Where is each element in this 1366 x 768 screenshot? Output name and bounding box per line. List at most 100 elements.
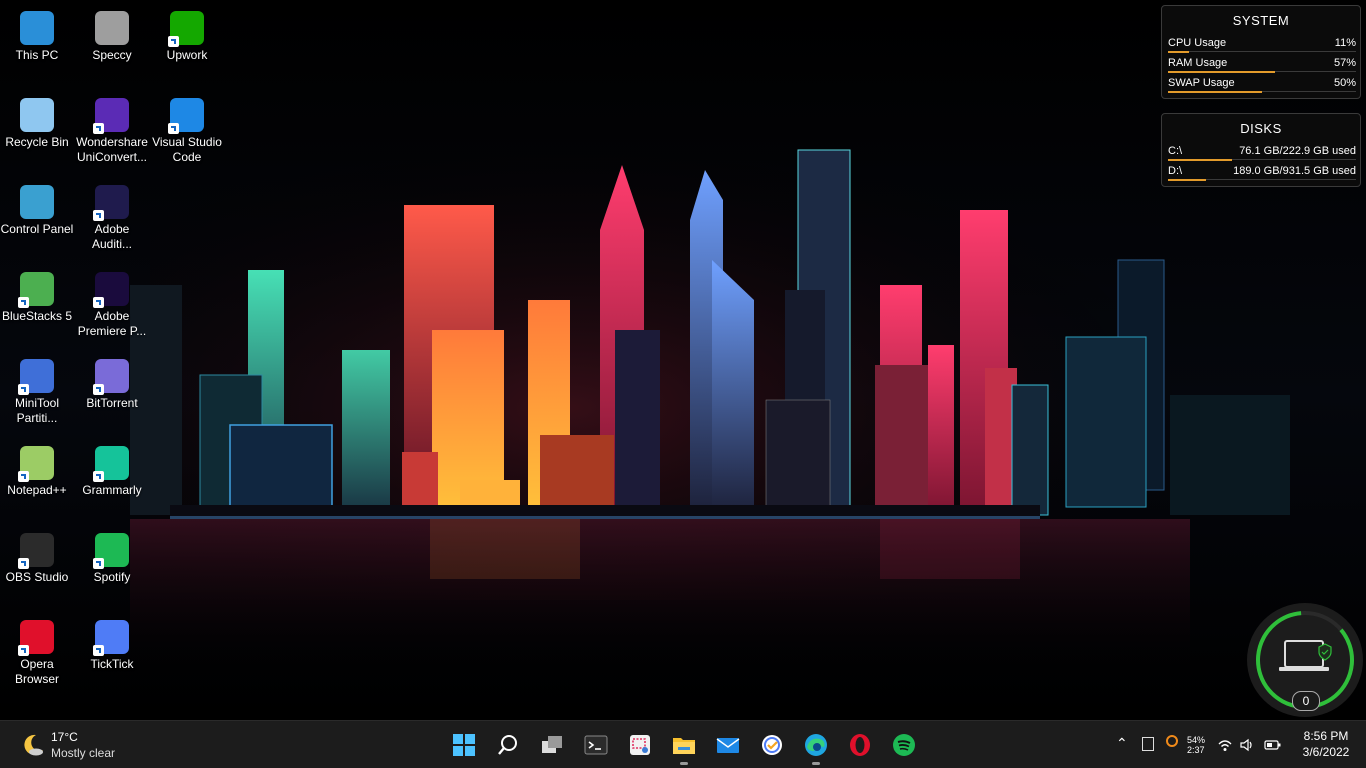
desktop-icon-minitool[interactable]: MiniTool Partiti... (0, 353, 75, 426)
spotify-icon (892, 733, 916, 757)
weather-desc: Mostly clear (51, 746, 116, 760)
chevron-up-icon[interactable]: ⌃ (1116, 735, 1128, 752)
bittorrent-icon (93, 359, 129, 395)
security-widget[interactable]: 0 (1247, 603, 1363, 717)
volume-icon[interactable] (1239, 738, 1255, 752)
tray-app-icon[interactable] (1142, 737, 1154, 751)
row-value: 57% (1333, 57, 1356, 69)
obs-studio-icon (18, 533, 54, 569)
shortcut-arrow-icon (18, 558, 29, 569)
desktop-icon-notepad-plus-plus[interactable]: Notepad++ (0, 440, 75, 498)
snipping-tool-icon (628, 733, 652, 757)
start-icon (452, 733, 476, 757)
row-label: C:\ (1168, 145, 1183, 157)
taskbar-mail-button[interactable] (713, 730, 743, 760)
system-row: SWAP Usage 50% (1168, 74, 1356, 94)
desktop-icon-upwork[interactable]: Upwork (149, 5, 225, 63)
visual-studio-code-icon (168, 98, 204, 134)
row-label: CPU Usage (1168, 37, 1227, 49)
disks-row: D:\ 189.0 GB/931.5 GB used (1168, 162, 1356, 182)
desktop-icon-adobe-premiere[interactable]: Adobe Premiere P... (74, 266, 150, 339)
battery-icon[interactable] (1264, 739, 1282, 751)
usage-bar (1168, 51, 1189, 53)
desktop-icon-label: Opera Browser (14, 657, 59, 686)
desktop-icon-obs-studio[interactable]: OBS Studio (0, 527, 75, 585)
shortcut-arrow-icon (93, 210, 104, 221)
desktop-icon-control-panel[interactable]: Control Panel (0, 179, 75, 237)
desktop-icon-bittorrent[interactable]: BitTorrent (74, 353, 150, 411)
battery-meter[interactable]: 54% 2:37 (1187, 735, 1205, 755)
desktop-icon-spotify[interactable]: Spotify (74, 527, 150, 585)
moon-icon (24, 734, 43, 756)
edge-icon (804, 733, 828, 757)
desktop-icon-label: This PC (15, 48, 59, 62)
adobe-premiere-icon (93, 272, 129, 308)
desktop-icon-opera-browser[interactable]: Opera Browser (0, 614, 75, 687)
desktop-icon-label: TickTick (90, 657, 134, 671)
file-explorer-icon (672, 733, 696, 757)
search-tray-icon[interactable] (1166, 735, 1178, 747)
desktop-icon-recycle-bin[interactable]: Recycle Bin (0, 92, 75, 150)
usage-bar (1168, 159, 1232, 161)
desktop-icon-label: Recycle Bin (5, 135, 69, 149)
shortcut-arrow-icon (93, 558, 104, 569)
running-indicator (680, 762, 688, 765)
grammarly-icon (93, 446, 129, 482)
recycle-bin-icon (20, 98, 54, 132)
opera-icon (848, 733, 872, 757)
clock[interactable]: 8:56 PM 3/6/2022 (1296, 728, 1356, 760)
usage-track (1168, 51, 1356, 52)
desktop-icon-speccy[interactable]: Speccy (74, 5, 150, 63)
this-pc-icon (20, 11, 54, 45)
desktop-icon-label: Wondershare UniConvert... (76, 135, 148, 164)
taskbar-edge-button[interactable] (801, 730, 831, 765)
taskbar-file-explorer-button[interactable] (669, 730, 699, 765)
taskbar-ticktick-button[interactable] (757, 730, 787, 760)
clock-time: 8:56 PM (1303, 729, 1349, 743)
desktop-icon-label: Notepad++ (7, 483, 67, 497)
disks-widget-title: DISKS (1240, 121, 1282, 136)
taskbar-terminal-button[interactable] (581, 730, 611, 760)
shortcut-arrow-icon (168, 123, 179, 134)
search-icon (496, 733, 520, 757)
taskbar-snipping-tool-button[interactable] (625, 730, 655, 760)
control-panel-icon (20, 185, 54, 219)
spotify-icon (93, 533, 129, 569)
weather-widget[interactable]: 17°C Mostly clear (18, 729, 148, 761)
row-value: 189.0 GB/931.5 GB used (1233, 165, 1356, 177)
shortcut-arrow-icon (93, 297, 104, 308)
taskbar-start-button[interactable] (449, 730, 479, 760)
desktop-icon-label: Adobe Premiere P... (77, 309, 147, 338)
disks-widget: DISKS C:\ 76.1 GB/222.9 GB used D:\ 189.0 G… (1161, 113, 1361, 187)
system-widget: SYSTEM CPU Usage 11% RAM Usage 57% SWAP Usag… (1161, 5, 1361, 99)
notepad-plus-plus-icon (18, 446, 54, 482)
desktop-icon-label: Spotify (93, 570, 131, 584)
desktop-icon-label: Speccy (92, 48, 132, 62)
taskbar-opera-button[interactable] (845, 730, 875, 760)
taskbar-spotify-button[interactable] (889, 730, 919, 760)
security-count: 0 (1302, 694, 1310, 708)
taskbar-search-button[interactable] (493, 730, 523, 760)
wifi-icon[interactable] (1217, 738, 1233, 752)
taskbar-task-view-button[interactable] (537, 730, 567, 760)
desktop-icon-this-pc[interactable]: This PC (0, 5, 75, 63)
system-widget-title: SYSTEM (1232, 13, 1290, 28)
clock-date: 3/6/2022 (1302, 745, 1350, 759)
running-indicator (812, 762, 820, 765)
desktop-icon-grammarly[interactable]: Grammarly (74, 440, 150, 498)
desktop-icon-label: MiniTool Partiti... (14, 396, 59, 425)
desktop-icon-adobe-audition[interactable]: Adobe Auditi... (74, 179, 150, 252)
adobe-audition-icon (93, 185, 129, 221)
desktop-icon-visual-studio-code[interactable]: Visual Studio Code (149, 92, 225, 165)
system-row: RAM Usage 57% (1168, 54, 1356, 74)
usage-bar (1168, 71, 1276, 73)
bluestacks-icon (18, 272, 54, 308)
desktop-icon-ticktick[interactable]: TickTick (74, 614, 150, 672)
row-label: RAM Usage (1168, 57, 1228, 69)
wondershare-uniconverter-icon (93, 98, 129, 134)
row-value: 50% (1333, 77, 1356, 89)
terminal-icon (584, 733, 608, 757)
minitool-icon (18, 359, 54, 395)
desktop-icon-wondershare-uniconverter[interactable]: Wondershare UniConvert... (74, 92, 150, 165)
desktop-icon-bluestacks[interactable]: BlueStacks 5 (0, 266, 75, 324)
